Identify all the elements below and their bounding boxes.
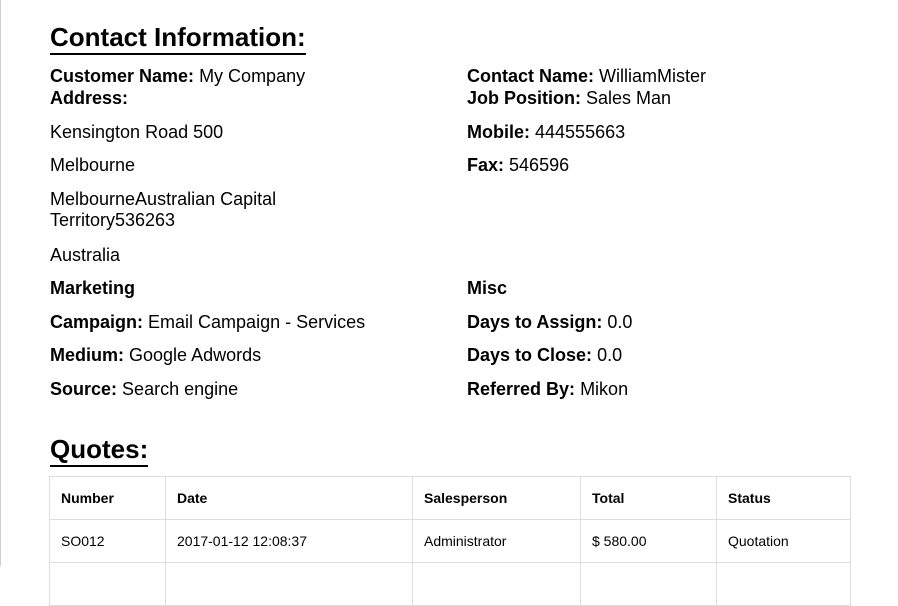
days-to-close-value: 0.0 — [597, 345, 623, 365]
contact-information-title: Contact Information: — [50, 22, 306, 55]
page-edge — [0, 0, 1, 566]
column-header-number: Number — [49, 476, 166, 520]
days-to-close-label: Days to Close: — [467, 345, 593, 365]
quotes-title: Quotes: — [50, 434, 149, 467]
mobile-field: Mobile: 444555663 — [467, 122, 625, 143]
column-header-total: Total — [580, 476, 717, 520]
quote-status: Quotation — [716, 519, 851, 563]
column-header-status: Status — [716, 476, 851, 520]
days-to-close-field: Days to Close: 0.0 — [467, 345, 622, 366]
contact-name-label: Contact Name: — [467, 66, 595, 86]
medium-field: Medium: Google Adwords — [50, 345, 261, 366]
table-row: SO012 2017-01-12 12:08:37 Administrator … — [49, 519, 851, 563]
customer-name-field: Customer Name: My Company — [50, 66, 305, 87]
referred-by-value: Mikon — [580, 379, 629, 399]
customer-name-value: My Company — [199, 66, 306, 86]
job-position-value: Sales Man — [586, 88, 672, 108]
misc-heading: Misc — [467, 278, 508, 298]
table-row — [49, 562, 851, 606]
job-position-label: Job Position: — [467, 88, 581, 108]
column-header-date: Date — [165, 476, 413, 520]
referred-by-field: Referred By: Mikon — [467, 379, 628, 400]
campaign-label: Campaign: — [50, 312, 144, 332]
marketing-heading: Marketing — [50, 278, 136, 298]
fax-field: Fax: 546596 — [467, 155, 569, 176]
job-position-field: Job Position: Sales Man — [467, 88, 671, 109]
days-to-assign-field: Days to Assign: 0.0 — [467, 312, 632, 333]
address-country: Australia — [50, 245, 121, 265]
quote-salesperson — [412, 562, 581, 606]
campaign-value: Email Campaign - Services — [148, 312, 366, 332]
column-header-salesperson: Salesperson — [412, 476, 581, 520]
quote-total: $ 580.00 — [580, 519, 717, 563]
source-label: Source: — [50, 379, 118, 399]
days-to-assign-value: 0.0 — [607, 312, 633, 332]
fax-value: 546596 — [509, 155, 570, 175]
medium-value: Google Adwords — [129, 345, 262, 365]
quote-salesperson: Administrator — [412, 519, 581, 563]
address-city: Melbourne — [50, 155, 136, 175]
source-field: Source: Search engine — [50, 379, 238, 400]
quote-status — [716, 562, 851, 606]
source-value: Search engine — [122, 379, 239, 399]
quote-date — [165, 562, 413, 606]
fax-label: Fax: — [467, 155, 505, 175]
referred-by-label: Referred By: — [467, 379, 576, 399]
quote-total — [580, 562, 717, 606]
medium-label: Medium: — [50, 345, 124, 365]
customer-name-label: Customer Name: — [50, 66, 195, 86]
address-label: Address: — [50, 88, 129, 108]
quotes-table: Number Date Salesperson Total Status SO0… — [49, 476, 851, 606]
address-region: MelbourneAustralian Capital Territory536… — [50, 189, 277, 230]
quotes-header-row: Number Date Salesperson Total Status — [49, 476, 851, 520]
days-to-assign-label: Days to Assign: — [467, 312, 603, 332]
quote-number — [49, 562, 166, 606]
address-street: Kensington Road 500 — [50, 122, 224, 142]
campaign-field: Campaign: Email Campaign - Services — [50, 312, 365, 333]
mobile-label: Mobile: — [467, 122, 530, 142]
quote-date: 2017-01-12 12:08:37 — [165, 519, 413, 563]
contact-name-value: WilliamMister — [599, 66, 707, 86]
contact-name-field: Contact Name: WilliamMister — [467, 66, 706, 87]
mobile-value: 444555663 — [535, 122, 626, 142]
quote-number: SO012 — [49, 519, 166, 563]
